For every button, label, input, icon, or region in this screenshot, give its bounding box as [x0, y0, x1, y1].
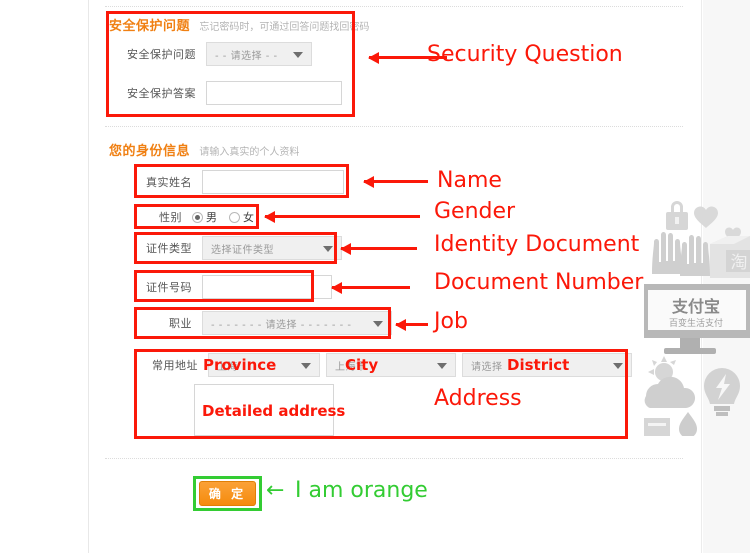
cloud-icon — [644, 376, 696, 408]
lock-icon — [666, 201, 688, 230]
occupation-label: 职业 — [169, 317, 192, 330]
chevron-down-icon — [437, 363, 447, 369]
real-name-label: 真实姓名 — [146, 176, 192, 189]
row-occupation: 职业 - - - - - - - 请选择 - - - - - - - — [140, 311, 392, 335]
alipay-tagline-text: 百变生活支付 — [669, 317, 723, 329]
gender-male-radio[interactable] — [192, 211, 203, 223]
row-security-answer: 安全保护答案 — [118, 81, 342, 105]
address-city-value: 上海市 — [335, 361, 367, 373]
security-section-header: 安全保护问题 忘记密码时，可通过回答问题找回密码 — [109, 15, 369, 34]
occupation-select-value: - - - - - - - 请选择 - - - - - - - — [211, 319, 352, 331]
security-answer-label: 安全保护答案 — [127, 87, 196, 100]
gender-label: 性别 — [159, 211, 182, 224]
security-section-subtitle: 忘记密码时，可通过回答问题找回密码 — [199, 22, 370, 33]
gender-female-label: 女 — [243, 211, 254, 224]
identity-section-header: 您的身份信息 请输入真实的个人资料 — [109, 140, 299, 159]
security-question-select-value: - - 请选择 - - — [215, 50, 278, 62]
security-section-title: 安全保护问题 — [109, 19, 191, 34]
box-brand-char: 淘 — [731, 253, 748, 273]
row-id-number: 证件号码 — [140, 275, 332, 299]
page-root: 安全保护问题 忘记密码时，可通过回答问题找回密码 安全保护问题 - - 请选择 … — [0, 0, 750, 553]
id-number-input[interactable] — [202, 275, 332, 299]
address-district-value: 请选择 — [471, 361, 503, 373]
address-detail-textarea[interactable] — [194, 384, 334, 436]
id-type-label: 证件类型 — [146, 242, 192, 255]
divider-bottom — [105, 458, 683, 459]
id-type-select[interactable]: 选择证件类型 — [202, 236, 342, 260]
address-label: 常用地址 — [152, 359, 198, 372]
submit-button[interactable]: 确 定 — [199, 481, 256, 506]
chevron-down-icon — [323, 246, 333, 252]
address-province-select[interactable]: 上海 — [208, 353, 320, 377]
package-box-icon: 淘 — [710, 236, 750, 278]
identity-section-title: 您的身份信息 — [109, 144, 191, 159]
gender-female-radio[interactable] — [229, 211, 240, 223]
row-id-type: 证件类型 选择证件类型 — [140, 236, 342, 260]
occupation-select[interactable]: - - - - - - - 请选择 - - - - - - - — [202, 311, 392, 335]
left-margin-rail — [0, 0, 88, 553]
hands-icon — [652, 232, 710, 276]
row-real-name: 真实姓名 — [140, 170, 344, 194]
row-gender: 性别 男 女 — [140, 209, 254, 225]
row-address: 常用地址 上海 上海市 请选择 — [140, 353, 632, 377]
gender-radio-group: 男 女 — [192, 209, 254, 225]
id-number-label: 证件号码 — [146, 281, 192, 294]
address-district-select[interactable]: 请选择 — [462, 353, 632, 377]
security-question-label: 安全保护问题 — [127, 48, 196, 61]
alipay-watermark-illustration: 淘 支付宝 百变生活支付 — [644, 201, 750, 436]
address-city-select[interactable]: 上海市 — [326, 353, 456, 377]
divider-top — [105, 6, 683, 7]
row-security-question: 安全保护问题 - - 请选择 - - — [118, 42, 312, 66]
security-answer-input[interactable] — [206, 81, 342, 105]
divider-middle — [105, 126, 683, 127]
real-name-input[interactable] — [202, 170, 344, 194]
gender-male-label: 男 — [206, 211, 217, 224]
chevron-down-icon — [373, 321, 383, 327]
security-question-select[interactable]: - - 请选择 - - — [206, 42, 312, 66]
water-drop-icon — [679, 412, 697, 436]
chevron-down-icon — [301, 363, 311, 369]
identity-section-subtitle: 请输入真实的个人资料 — [199, 147, 300, 158]
id-type-select-value: 选择证件类型 — [211, 244, 274, 256]
receipt-icon — [644, 418, 670, 436]
chevron-down-icon — [293, 52, 303, 58]
alipay-brand-text: 支付宝 — [671, 297, 720, 316]
lightbulb-icon — [704, 368, 740, 416]
address-province-value: 上海 — [217, 361, 238, 373]
